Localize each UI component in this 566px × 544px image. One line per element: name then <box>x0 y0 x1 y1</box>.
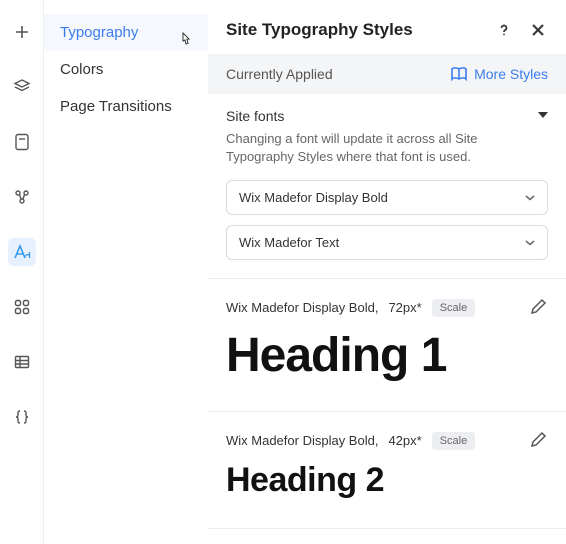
panel-header: Site Typography Styles <box>208 0 566 54</box>
more-styles-button[interactable]: More Styles <box>450 66 548 82</box>
rail-code[interactable] <box>8 403 36 431</box>
grid-icon <box>14 299 30 315</box>
scale-badge: Scale <box>432 299 476 317</box>
panel-title: Site Typography Styles <box>226 20 413 40</box>
edit-style-button[interactable] <box>530 297 548 318</box>
page-icon <box>14 133 30 151</box>
site-fonts-section: Site fonts Changing a font will update i… <box>208 94 566 279</box>
rail-share[interactable] <box>8 183 36 211</box>
rail-apps[interactable] <box>8 293 36 321</box>
help-button[interactable] <box>494 20 514 40</box>
help-icon <box>497 23 511 37</box>
currently-applied-label: Currently Applied <box>226 66 333 82</box>
caret-down-icon <box>538 112 548 120</box>
close-button[interactable] <box>528 20 548 40</box>
icon-rail <box>0 0 44 544</box>
layers-icon <box>13 78 31 96</box>
heading-2-sample: Heading 2 <box>226 461 548 500</box>
style-row-heading-2: Wix Madefor Display Bold, 42px* Scale He… <box>208 412 566 529</box>
font-select-value: Wix Madefor Display Bold <box>239 190 388 205</box>
rail-add[interactable] <box>8 18 36 46</box>
site-fonts-title: Site fonts <box>226 108 284 124</box>
pencil-icon <box>530 430 548 448</box>
edit-style-button[interactable] <box>530 430 548 451</box>
book-icon <box>450 67 468 81</box>
close-icon <box>531 23 545 37</box>
sidebar-item-page-transitions[interactable]: Page Transitions <box>44 88 208 125</box>
style-row-heading-1: Wix Madefor Display Bold, 72px* Scale He… <box>208 279 566 412</box>
sidebar-item-label: Page Transitions <box>60 98 172 115</box>
sidebar-item-label: Colors <box>60 61 103 78</box>
plus-icon <box>14 24 30 40</box>
share-icon <box>13 188 31 206</box>
sidebar-item-label: Typography <box>60 24 138 41</box>
site-fonts-desc: Changing a font will update it across al… <box>226 130 548 180</box>
rail-layers[interactable] <box>8 73 36 101</box>
style-size: 42px* <box>388 433 421 448</box>
chevron-down-icon <box>525 195 535 201</box>
font-select-2[interactable]: Wix Madefor Text <box>226 225 548 260</box>
style-size: 72px* <box>388 300 421 315</box>
typography-icon <box>13 243 31 261</box>
sidebar-item-typography[interactable]: Typography <box>44 14 208 51</box>
chevron-down-icon <box>525 240 535 246</box>
more-styles-label: More Styles <box>474 66 548 82</box>
sidebar-item-colors[interactable]: Colors <box>44 51 208 88</box>
site-fonts-toggle[interactable]: Site fonts <box>226 108 548 130</box>
rail-typography[interactable] <box>8 238 36 266</box>
braces-icon <box>14 409 30 425</box>
font-select-1[interactable]: Wix Madefor Display Bold <box>226 180 548 215</box>
style-font: Wix Madefor Display Bold, <box>226 433 378 448</box>
rail-table[interactable] <box>8 348 36 376</box>
pencil-icon <box>530 297 548 315</box>
table-icon <box>14 354 30 370</box>
settings-sidebar: Typography Colors Page Transitions <box>44 0 208 544</box>
applied-bar: Currently Applied More Styles <box>208 54 566 94</box>
typography-panel: Site Typography Styles Currently Applied… <box>208 0 566 544</box>
heading-1-sample: Heading 1 <box>226 328 548 383</box>
style-font: Wix Madefor Display Bold, <box>226 300 378 315</box>
rail-page[interactable] <box>8 128 36 156</box>
font-select-value: Wix Madefor Text <box>239 235 339 250</box>
scale-badge: Scale <box>432 432 476 450</box>
